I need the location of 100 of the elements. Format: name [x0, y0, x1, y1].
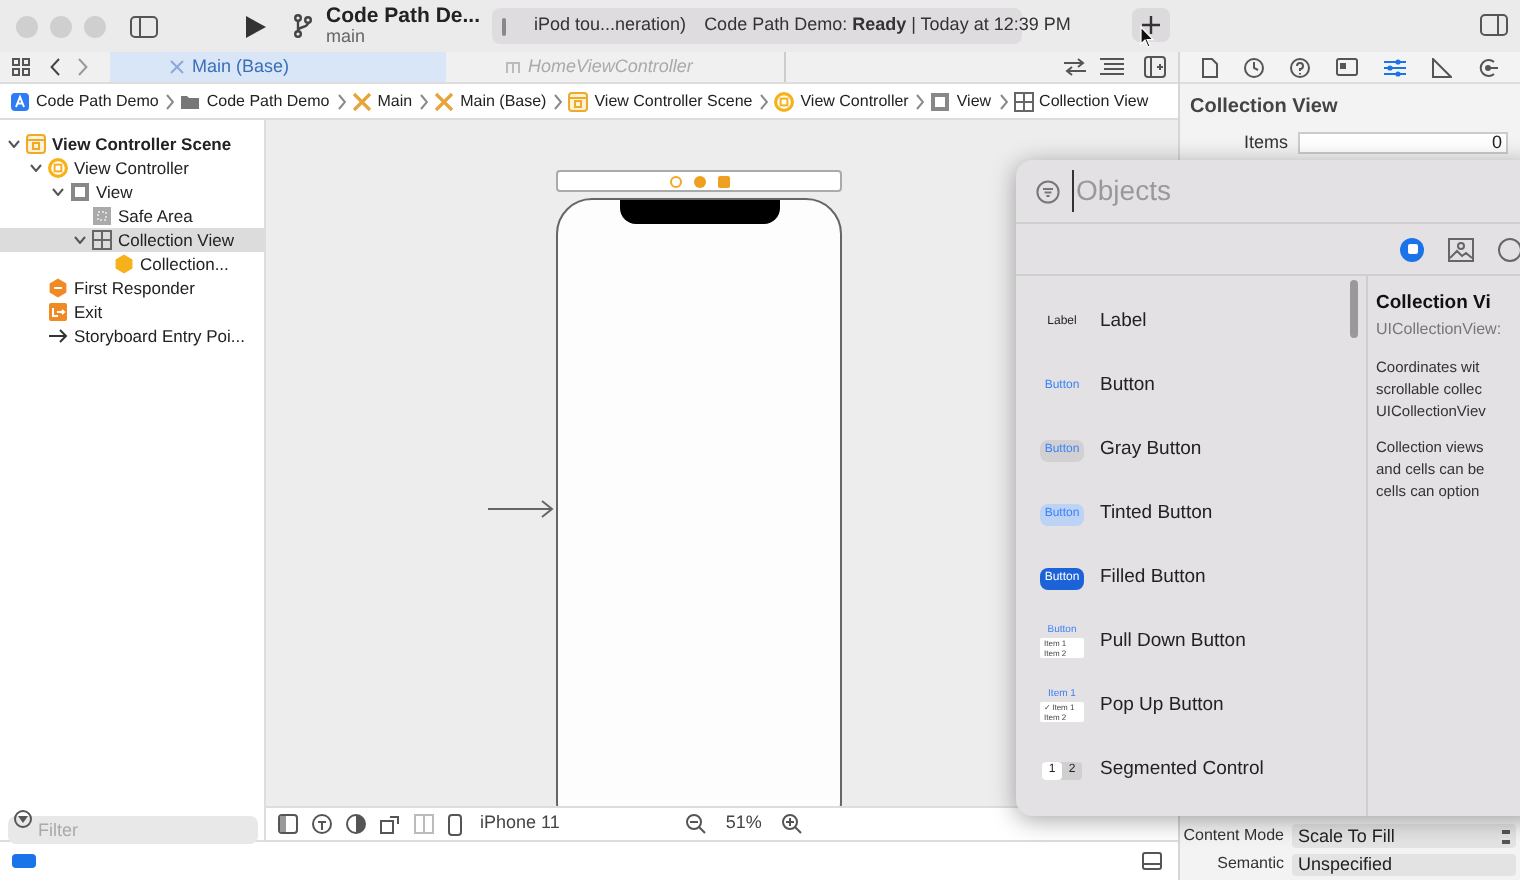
tree-row[interactable]: First Responder [0, 276, 264, 300]
sidebar-icon[interactable] [278, 814, 298, 834]
image-icon[interactable] [1448, 237, 1474, 261]
breadcrumb-item[interactable]: View Controller Scene [594, 89, 753, 113]
scene-icon [26, 134, 46, 154]
tree-label: Collection... [140, 251, 229, 277]
safe-area-icon [92, 206, 112, 226]
rotate-icon[interactable] [380, 814, 400, 834]
clock-icon[interactable] [1243, 57, 1264, 77]
content-mode-dropdown[interactable]: Scale To Fill [1292, 824, 1516, 848]
responder-icon [48, 278, 68, 298]
breadcrumb-item[interactable]: Collection View [1039, 89, 1149, 113]
editor-tab[interactable]: Main (Base) [110, 52, 446, 82]
tree-row[interactable]: View Controller Scene [0, 132, 264, 156]
phone-icon[interactable] [448, 813, 462, 835]
ruler-icon[interactable] [1432, 57, 1453, 77]
swap-icon[interactable] [1064, 58, 1086, 76]
inspector-title: Collection View [1188, 94, 1340, 122]
connections-icon[interactable] [1478, 57, 1499, 77]
build-status: Code Path Demo: Ready | Today at 12:39 PM [704, 12, 1071, 39]
lines-icon[interactable] [1100, 58, 1124, 76]
breadcrumb-item[interactable]: View [956, 89, 992, 113]
branch-icon [294, 14, 312, 38]
tree-label: Exit [74, 299, 103, 325]
tree-row[interactable]: Safe Area [0, 204, 264, 228]
objects-tab-icon[interactable] [1400, 237, 1424, 261]
filter-field[interactable]: Filter [8, 816, 258, 844]
storyboard-icon [434, 91, 455, 111]
inspector-toggle-icon[interactable] [1480, 14, 1508, 36]
chevron-icon [420, 93, 429, 109]
disclosure-icon[interactable] [73, 236, 85, 244]
field-label: Content Mode [1183, 824, 1284, 848]
identity-icon[interactable] [1335, 58, 1358, 76]
breadcrumb-item[interactable]: Code Path Demo [206, 89, 330, 113]
breadcrumb-item[interactable]: View Controller [800, 89, 909, 113]
tree-label: View [96, 179, 133, 205]
app-icon [10, 91, 30, 111]
items-field[interactable]: 0 [1298, 132, 1508, 155]
disclosure-icon[interactable] [7, 140, 19, 148]
scheme-destination[interactable]: iPod tou...neration) [534, 12, 687, 40]
grid-icon [92, 230, 112, 250]
zoom-in-icon[interactable] [781, 814, 802, 834]
attributes-icon[interactable] [1384, 57, 1407, 77]
plus-icon [1142, 16, 1160, 34]
device-label[interactable]: iPhone 11 [480, 810, 560, 838]
semantic-dropdown[interactable]: Unspecified [1292, 853, 1516, 875]
file-type-icon [506, 60, 520, 74]
chevron-icon [554, 93, 563, 109]
sidebar-icon[interactable] [130, 15, 158, 37]
tree-row[interactable]: Collection... [0, 252, 264, 276]
play-icon[interactable] [246, 15, 266, 37]
zoom-level: 51% [725, 810, 762, 837]
controller-icon [669, 175, 681, 187]
zoom-out-icon[interactable] [685, 814, 706, 834]
view-icon [70, 182, 90, 202]
tree-row[interactable]: View Controller [0, 156, 264, 180]
disclosure-icon[interactable] [29, 164, 41, 172]
field-label: Items [1243, 130, 1288, 156]
back-icon[interactable] [50, 58, 60, 76]
tree-label: Safe Area [118, 203, 193, 229]
filter-icon [1036, 179, 1060, 203]
folder-icon [180, 91, 201, 111]
breadcrumb-item[interactable]: Main [377, 89, 413, 113]
pointer-icon [1140, 26, 1154, 48]
chevron-icon [916, 93, 925, 109]
scrollbar[interactable] [1350, 280, 1358, 338]
scene-icon [568, 91, 589, 111]
field-label: Semantic [1217, 852, 1284, 876]
status-indicator [12, 854, 36, 868]
filter-icon [14, 809, 32, 827]
tree-row[interactable]: Exit [0, 300, 264, 324]
arrow-icon [48, 326, 68, 346]
storyboard-icon [351, 91, 372, 111]
exit-icon [48, 302, 68, 322]
tree-label: First Responder [74, 275, 195, 301]
accessibility-icon[interactable] [312, 814, 332, 834]
help-icon[interactable] [1289, 57, 1310, 77]
appearance-icon[interactable] [346, 814, 366, 834]
grid-icon[interactable] [12, 58, 30, 76]
tree-row[interactable]: Collection View [0, 228, 264, 252]
add-editor-icon[interactable] [1144, 56, 1166, 78]
chevron-icon [166, 93, 175, 109]
disclosure-icon[interactable] [51, 188, 63, 196]
breadcrumb-item[interactable]: Code Path Demo [36, 89, 159, 113]
tree-label: Collection View [118, 227, 234, 253]
responder-icon [693, 175, 705, 187]
grid-icon [1013, 91, 1034, 111]
tree-row[interactable]: Storyboard Entry Poi... [0, 324, 264, 348]
tree-label: Storyboard Entry Poi... [74, 323, 246, 349]
chevron-icon [760, 93, 769, 109]
chevron-icon [999, 93, 1008, 109]
debug-area-icon[interactable] [1142, 852, 1162, 870]
controller-icon [48, 158, 68, 178]
breadcrumb-item[interactable]: Main (Base) [460, 89, 547, 113]
tree-row[interactable]: View [0, 180, 264, 204]
file-icon[interactable] [1201, 57, 1218, 77]
tree-label: View Controller Scene [52, 131, 232, 157]
add-button[interactable] [1132, 8, 1170, 42]
search-field[interactable]: Objects [1072, 170, 1472, 212]
branch-name: main [326, 28, 368, 47]
